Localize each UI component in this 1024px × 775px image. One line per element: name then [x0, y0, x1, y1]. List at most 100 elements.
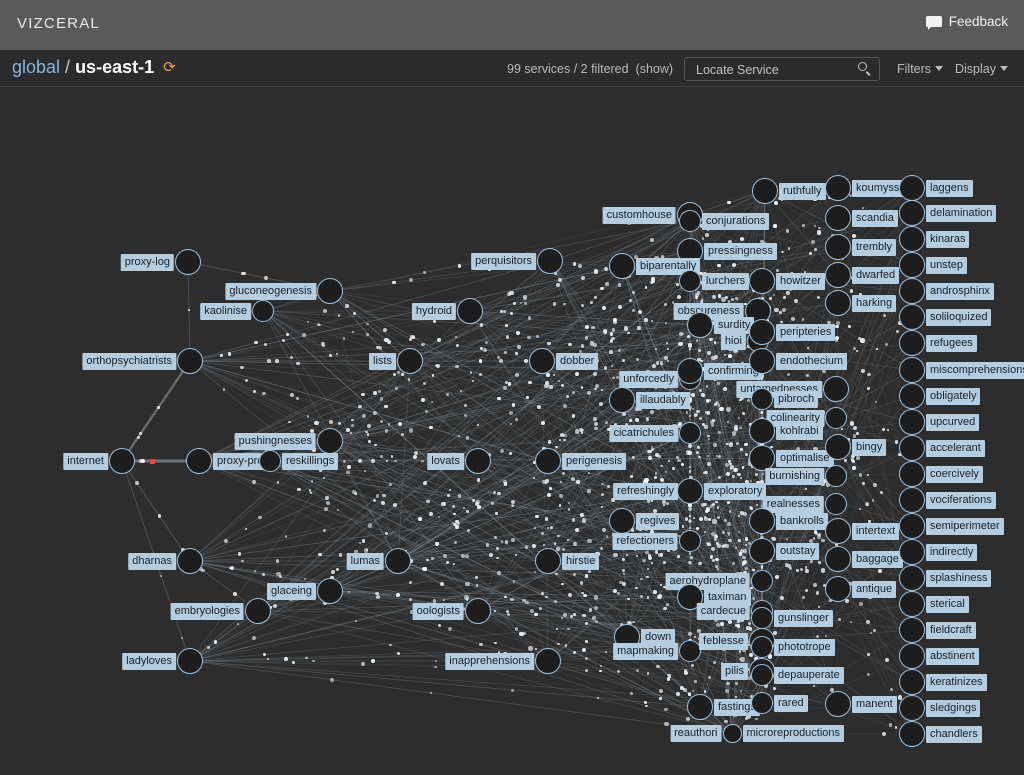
graph-node-label-upcurved[interactable]: upcurved — [926, 414, 980, 431]
graph-node-label-refectioners[interactable]: refectioners — [612, 533, 678, 550]
graph-node-soliloquized[interactable] — [899, 304, 925, 330]
graph-node-ladyloves[interactable] — [177, 648, 203, 674]
graph-node-illaudably[interactable] — [609, 387, 635, 413]
graph-node-label-unstep[interactable]: unstep — [926, 257, 968, 274]
graph-node-outstay[interactable] — [749, 538, 775, 564]
graph-node-dobber[interactable] — [529, 348, 555, 374]
graph-node-label-chandlers[interactable]: chandlers — [926, 726, 982, 743]
graph-node-embryologies[interactable] — [245, 598, 271, 624]
graph-node-label-dharnas[interactable]: dharnas — [128, 553, 176, 570]
graph-node-label-trembly[interactable]: trembly — [852, 239, 897, 256]
graph-node-obligately[interactable] — [899, 383, 925, 409]
graph-node-realnesses[interactable] — [825, 493, 847, 515]
graph-node-label-phototrope[interactable]: phototrope — [774, 639, 835, 656]
graph-node-kaolinise[interactable] — [252, 300, 274, 322]
graph-node-label-refreshingly[interactable]: refreshingly — [613, 483, 678, 500]
graph-node-label-keratinizes[interactable]: keratinizes — [926, 674, 987, 691]
graph-node-label-bankrolls[interactable]: bankrolls — [776, 513, 829, 530]
graph-node-surdity[interactable] — [687, 312, 713, 338]
graph-node-label-pressingness[interactable]: pressingness — [704, 243, 777, 260]
graph-node-label-koumyss[interactable]: koumyss — [852, 180, 904, 197]
breadcrumb-region[interactable]: us-east-1 — [75, 57, 154, 78]
graph-node-colinearity[interactable] — [825, 407, 847, 429]
graph-node-label-hioi[interactable]: hioi — [720, 333, 746, 350]
graph-node-refectioners[interactable] — [679, 530, 701, 552]
graph-node-semiperimeter[interactable] — [899, 513, 925, 539]
graph-node-label-miscomprehensions[interactable]: miscomprehensions — [926, 362, 1024, 379]
filters-menu[interactable]: Filters — [897, 62, 944, 76]
graph-node-label-obligately[interactable]: obligately — [926, 388, 981, 405]
graph-node-label-burnishing[interactable]: burnishing — [765, 468, 824, 485]
graph-node-label-aerohydroplane[interactable]: aerohydroplane — [665, 573, 750, 590]
graph-node-orthopsychiatrists[interactable] — [177, 348, 203, 374]
graph-node-label-microreproductions[interactable]: microreproductions — [742, 725, 845, 742]
graph-node-label-perigenesis[interactable]: perigenesis — [562, 453, 627, 470]
graph-node-perquisitors[interactable] — [537, 248, 563, 274]
graph-node-confirming[interactable] — [677, 358, 703, 384]
graph-node-fieldcraft[interactable] — [899, 617, 925, 643]
graph-node-coercively[interactable] — [899, 461, 925, 487]
graph-node-label-realnesses[interactable]: realnesses — [762, 496, 824, 513]
graph-node-label-customhouse[interactable]: customhouse — [602, 207, 676, 224]
graph-node-label-cicatrichules[interactable]: cicatrichules — [609, 425, 678, 442]
graph-node-sledgings[interactable] — [899, 695, 925, 721]
graph-node-label-unforcedly[interactable]: unforcedly — [619, 371, 678, 388]
graph-node-trembly[interactable] — [825, 234, 851, 260]
graph-node-harking[interactable] — [825, 290, 851, 316]
graph-node-label-ruthfully[interactable]: ruthfully — [779, 183, 826, 200]
graph-node-label-reauthori[interactable]: reauthori — [670, 725, 722, 742]
graph-node-dwarfed[interactable] — [825, 262, 851, 288]
graph-node-unstep[interactable] — [899, 252, 925, 278]
graph-node-label-coercively[interactable]: coercively — [926, 466, 983, 483]
graph-node-inapprehensions[interactable] — [535, 648, 561, 674]
graph-node-label-bingy[interactable]: bingy — [852, 439, 887, 456]
graph-node-label-lovats[interactable]: lovats — [427, 453, 464, 470]
graph-node-howitzer[interactable] — [749, 268, 775, 294]
graph-node-label-lurchers[interactable]: lurchers — [702, 273, 750, 290]
graph-node-label-dobber[interactable]: dobber — [556, 353, 599, 370]
graph-node-label-fieldcraft[interactable]: fieldcraft — [926, 622, 976, 639]
graph-node-label-sterical[interactable]: sterical — [926, 596, 969, 613]
graph-node-refugees[interactable] — [899, 330, 925, 356]
graph-node-androsphinx[interactable] — [899, 278, 925, 304]
graph-node-abstinent[interactable] — [899, 643, 925, 669]
graph-node-label-kohlrabi[interactable]: kohlrabi — [776, 423, 823, 440]
graph-node-label-outstay[interactable]: outstay — [776, 543, 820, 560]
graph-node-label-cardecue[interactable]: cardecue — [696, 603, 750, 620]
graph-node-label-lumas[interactable]: lumas — [346, 553, 384, 570]
graph-node-lurchers[interactable] — [679, 270, 701, 292]
graph-node-label-hydroid[interactable]: hydroid — [411, 303, 456, 320]
graph-node-mapmaking[interactable] — [679, 640, 701, 662]
graph-node-label-mapmaking[interactable]: mapmaking — [613, 643, 678, 660]
graph-node-label-pibroch[interactable]: pibroch — [774, 391, 819, 408]
graph-node-accelerant[interactable] — [899, 435, 925, 461]
graph-node-label-abstinent[interactable]: abstinent — [926, 648, 979, 665]
graph-node-label-pilis[interactable]: pilis — [721, 663, 748, 680]
graph-node-label-indirectly[interactable]: indirectly — [926, 544, 978, 561]
graph-node-internet[interactable] — [109, 448, 135, 474]
graph-node-bingy[interactable] — [825, 434, 851, 460]
graph-node-fastings[interactable] — [687, 694, 713, 720]
graph-node-untamednesses[interactable] — [823, 376, 849, 402]
graph-node-label-peripteries[interactable]: peripteries — [776, 324, 836, 341]
graph-node-glaceing[interactable] — [317, 578, 343, 604]
graph-node-peripteries[interactable] — [749, 319, 775, 345]
graph-node-baggage[interactable] — [825, 546, 851, 572]
graph-node-label-refugees[interactable]: refugees — [926, 335, 977, 352]
graph-node-indirectly[interactable] — [899, 539, 925, 565]
graph-node-label-oologists[interactable]: oologists — [412, 603, 464, 620]
graph-node-label-gunslinger[interactable]: gunslinger — [774, 610, 833, 627]
breadcrumb-global[interactable]: global — [12, 57, 60, 78]
graph-node-label-orthopsychiatrists[interactable]: orthopsychiatrists — [82, 353, 176, 370]
graph-node-gunslinger[interactable] — [751, 607, 773, 629]
graph-node-hirstie[interactable] — [535, 548, 561, 574]
graph-node-endothecium[interactable] — [749, 348, 775, 374]
graph-node-label-dwarfed[interactable]: dwarfed — [852, 267, 900, 284]
graph-node-label-lists[interactable]: lists — [369, 353, 396, 370]
graph-node-label-kinaras[interactable]: kinaras — [926, 231, 970, 248]
graph-node-label-howitzer[interactable]: howitzer — [776, 273, 825, 290]
graph-node-label-proxy-log[interactable]: proxy-log — [120, 254, 174, 271]
graph-node-label-scandia[interactable]: scandia — [852, 210, 898, 227]
refresh-icon[interactable]: ⟳ — [163, 58, 176, 76]
graph-node-label-delamination[interactable]: delamination — [926, 205, 997, 222]
